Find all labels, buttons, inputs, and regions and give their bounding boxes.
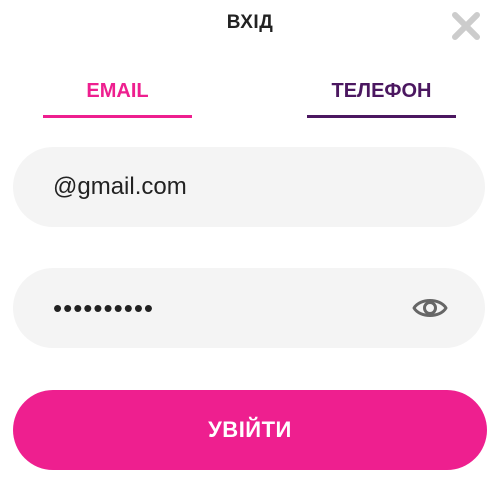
dialog-title: ВХІД xyxy=(226,12,274,33)
email-input[interactable] xyxy=(53,147,393,227)
close-icon xyxy=(452,12,480,40)
tab-email[interactable]: EMAIL xyxy=(43,80,192,118)
password-input[interactable] xyxy=(53,268,393,348)
close-button[interactable] xyxy=(450,10,482,42)
login-button[interactable]: УВІЙТИ xyxy=(13,390,487,470)
eye-icon xyxy=(412,299,448,317)
tab-phone[interactable]: ТЕЛЕФОН xyxy=(307,80,456,118)
email-field-container xyxy=(13,147,485,227)
show-password-button[interactable] xyxy=(411,291,449,325)
password-field-container xyxy=(13,268,485,348)
